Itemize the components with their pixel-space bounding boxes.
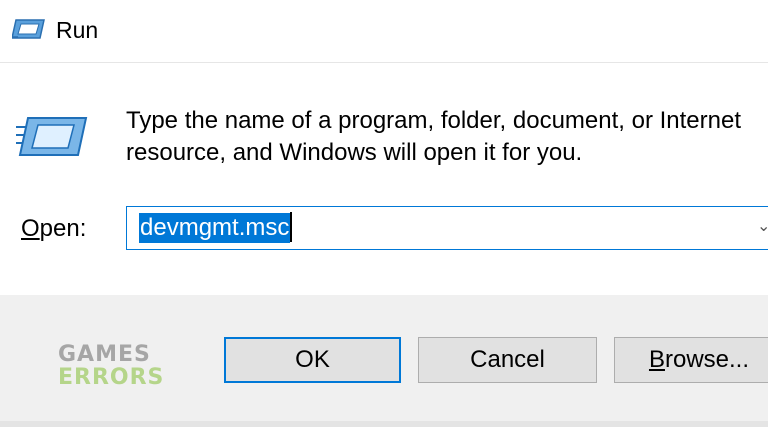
watermark-logo: GAMES ERRORS [58,343,164,389]
title-bar[interactable]: Run [0,0,768,63]
open-input[interactable]: devmgmt.msc [139,213,291,243]
watermark-line-1: GAMES [58,342,151,367]
bottom-border [0,421,768,427]
description-line-1: Type the name of a program, folder, docu… [126,107,742,134]
open-label-mnemonic: O [21,215,40,242]
chevron-down-icon[interactable]: ⌄ [757,217,768,237]
ok-button[interactable]: OK [224,337,401,383]
run-icon [16,117,88,156]
open-combobox[interactable]: devmgmt.msc ⌄ [126,206,768,250]
browse-label: rowse... [664,346,750,373]
browse-mnemonic: B [648,346,665,373]
open-label-text: pen: [39,215,87,242]
button-bar: GAMES ERRORS OK Cancel Browse... [0,295,768,427]
window-title: Run [56,17,99,43]
run-dialog: Run Type the name of a program, folder, … [0,0,768,427]
run-icon [12,19,45,39]
description-line-2: resource, and Windows will open it for y… [126,139,583,166]
watermark-line-2: ERRORS [58,365,165,390]
description-text: Type the name of a program, folder, docu… [126,105,768,169]
dialog-body: Type the name of a program, folder, docu… [0,63,768,295]
cancel-button[interactable]: Cancel [418,337,597,383]
open-label: Open: [21,213,86,245]
text-caret [290,212,292,242]
browse-button[interactable]: Browse... [614,337,768,383]
